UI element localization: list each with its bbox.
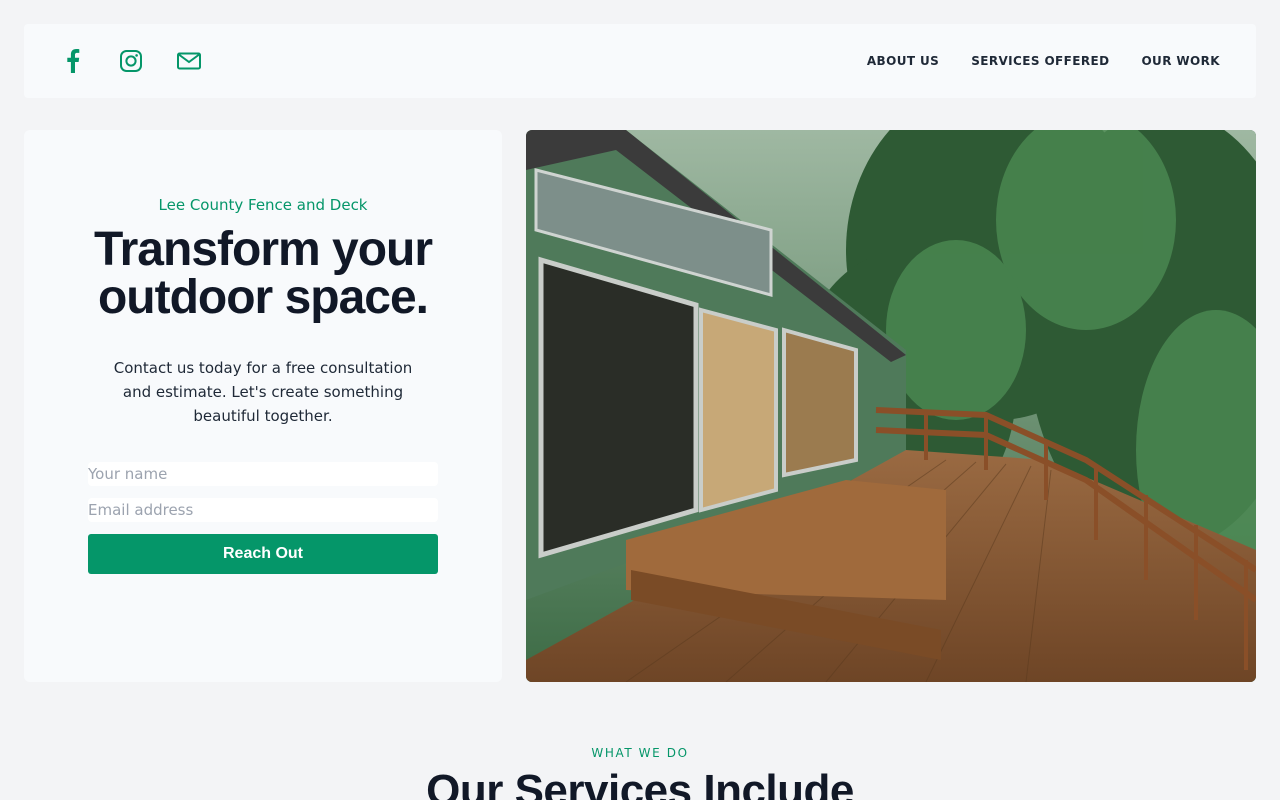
name-input[interactable] <box>88 462 438 486</box>
mail-icon[interactable] <box>176 48 202 74</box>
hero-headline: Transform your outdoor space. <box>93 223 433 324</box>
services-eyebrow: WHAT WE DO <box>591 746 689 760</box>
site-header: ABOUT US SERVICES OFFERED OUR WORK <box>24 24 1256 98</box>
company-name: Lee County Fence and Deck <box>158 196 368 214</box>
hero-deck-photo <box>526 130 1256 682</box>
social-links <box>60 48 202 74</box>
instagram-icon[interactable] <box>118 48 144 74</box>
contact-form: Reach Out <box>88 462 438 574</box>
nav-about-us[interactable]: ABOUT US <box>867 54 939 68</box>
reach-out-button[interactable]: Reach Out <box>88 534 438 574</box>
hero-contact-card: Lee County Fence and Deck Transform your… <box>24 130 502 682</box>
hero-lead-text: Contact us today for a free consultation… <box>113 359 413 425</box>
nav-services-offered[interactable]: SERVICES OFFERED <box>971 54 1109 68</box>
nav-our-work[interactable]: OUR WORK <box>1141 54 1220 68</box>
services-title: Our Services Include <box>426 766 854 800</box>
email-input[interactable] <box>88 498 438 522</box>
main-nav: ABOUT US SERVICES OFFERED OUR WORK <box>867 54 1220 68</box>
deck-illustration <box>526 130 1256 682</box>
facebook-icon[interactable] <box>60 48 86 74</box>
